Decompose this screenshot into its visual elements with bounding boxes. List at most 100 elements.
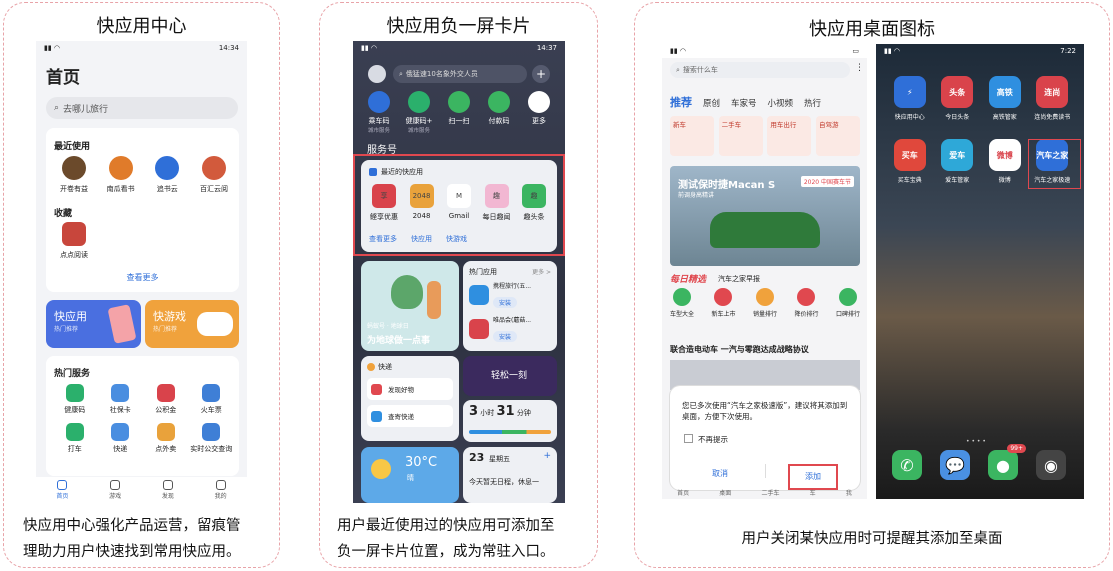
service-shortcut[interactable]: 乘车码 城市服务 (361, 91, 397, 134)
search-bar[interactable]: ⌕ 搜索什么车 (670, 62, 850, 78)
calendar-card: 23 星期五 + 今天暂无日程，休息一 (463, 447, 557, 503)
install-button[interactable]: 安装 (493, 331, 518, 342)
bottom-nav-item[interactable]: 车 (810, 488, 816, 499)
category-chip[interactable]: 用车出行 (767, 116, 812, 156)
quick-game-banner[interactable]: 快游戏 热门推荐 (145, 300, 239, 348)
daily-icon (714, 288, 733, 306)
hot-service-item[interactable]: 点外卖 (143, 423, 189, 454)
express-item[interactable]: 发现好物 (367, 378, 453, 400)
hot-app-row[interactable]: 携程旅行(五... 安装 (469, 281, 553, 309)
hot-service-item[interactable]: 公积金 (143, 384, 189, 415)
app-icon: M (447, 184, 471, 208)
hot-app-row[interactable]: 唯品会(蘑菇... 安装 (469, 315, 553, 343)
home-app-icon[interactable]: 连尚 连尚免费读书 (1029, 76, 1077, 121)
bottom-nav-item[interactable]: 我 (846, 488, 852, 499)
search-bar[interactable]: ⌕ 俄猛速10名象外交人员 (393, 65, 527, 83)
banner-image[interactable]: 测试保时捷Macan S 前调身高精讲 2020 中国赛车节 (670, 166, 860, 266)
recent-quick-apps-card: 最近的快应用 享鲣享优惠 2048 2048 M Gmail 趣每日趣闻趣趣头条 查看更多… (361, 160, 557, 252)
hot-service-item[interactable]: 健康码 (52, 384, 98, 415)
avatar[interactable] (368, 65, 386, 83)
card-link[interactable]: 查看更多 (369, 234, 397, 244)
more-icon[interactable]: ⋮ (855, 63, 864, 73)
tab-item[interactable]: 热行 (804, 97, 821, 109)
phone-screen-app-dialog: ▮▮ ◠ ▭ ⌕ 搜索什么车 ⋮ 推荐 原创 车家号 小视频 热行 新车 二手车 用车出行自… (662, 44, 867, 499)
category-chip[interactable]: 新车 (670, 116, 714, 156)
recent-app[interactable]: 百汇云阅 (194, 156, 234, 194)
category-chip[interactable]: 自驾游 (815, 116, 860, 156)
hot-service-item[interactable]: 火车票 (189, 384, 235, 415)
tab-item[interactable]: 车家号 (731, 97, 757, 109)
nav-item[interactable]: 发现 (162, 480, 174, 500)
dialog-add-button[interactable]: 添加 (788, 464, 838, 490)
hot-service-item[interactable]: 实时公交查询 (189, 423, 235, 454)
recent-quick-app[interactable]: 趣每日趣闻 (480, 184, 514, 222)
hot-service-item[interactable]: 快递 (98, 423, 144, 454)
news-title[interactable]: 联合造电动车 一汽与零跑达成战略协议 (670, 344, 809, 355)
home-app-icon[interactable]: 买车 买车宝典 (886, 139, 934, 184)
quick-app-banner[interactable]: 快应用 热门推荐 (46, 300, 141, 348)
card-link[interactable]: 快应用 (411, 234, 432, 244)
recent-app[interactable]: 南瓜看书 (101, 156, 141, 194)
nav-item[interactable]: 我的 (215, 480, 227, 500)
recent-app[interactable]: 追书云 (147, 156, 187, 194)
recent-app[interactable]: 开卷有益 (54, 156, 94, 194)
express-item[interactable]: 查寄快递 (367, 405, 453, 427)
tab-bar: 推荐 原创 车家号 小视频 热行 (670, 94, 860, 110)
home-app-label: 爱车管家 (945, 177, 970, 184)
daily-icon-item[interactable]: 销量排行 (753, 288, 777, 318)
tab-item[interactable]: 原创 (703, 97, 720, 109)
recent-quick-app[interactable]: 享鲣享优惠 (367, 184, 401, 222)
earth-day-card[interactable]: 蚂蚁号 · 地球日 为地球做一点事 (361, 261, 459, 351)
service-label: 付款码 (488, 117, 510, 125)
recent-quick-app[interactable]: M Gmail (442, 184, 476, 222)
service-shortcut[interactable]: 更多 (521, 91, 557, 134)
home-app-icon[interactable]: 微博 微博 (981, 139, 1029, 184)
app-icon (469, 285, 489, 305)
home-app-icon[interactable]: 高铁 高铁管家 (981, 76, 1029, 121)
bottom-nav: 首页 游戏 发现 我的 (36, 477, 247, 503)
search-input[interactable]: 俄猛速10名象外交人员 (406, 69, 478, 79)
calendar-add-icon[interactable]: + (543, 451, 551, 461)
add-icon[interactable]: + (532, 65, 550, 83)
home-app-icon[interactable]: 爱车 爱车管家 (934, 139, 982, 184)
card-link[interactable]: 快游戏 (446, 234, 467, 244)
phone-icon[interactable]: ✆ (892, 450, 922, 480)
see-more-link[interactable]: 查看更多 (46, 272, 239, 283)
bottom-nav-item[interactable]: 二手车 (761, 488, 779, 499)
install-button[interactable]: 安装 (493, 297, 518, 308)
hot-service-item[interactable]: 社保卡 (98, 384, 144, 415)
daily-icon-item[interactable]: 降价排行 (794, 288, 818, 318)
dont-remind-checkbox[interactable] (684, 434, 693, 443)
hot-apps-more[interactable]: 更多 > (532, 267, 551, 276)
daily-icon-item[interactable]: 新车上市 (711, 288, 736, 318)
service-label: 扫一扫 (448, 117, 470, 125)
service-shortcut[interactable]: 健康码+ 城市服务 (401, 91, 437, 134)
nav-item[interactable]: 游戏 (109, 480, 121, 500)
search-input[interactable]: 搜索什么车 (683, 65, 718, 75)
camera-icon[interactable]: ◉ (1036, 450, 1066, 480)
bottom-nav-item[interactable]: 桌面 (719, 488, 731, 499)
search-bar[interactable]: ⌕ 去哪儿旅行 (46, 97, 238, 119)
hot-service-item[interactable]: 打车 (52, 423, 98, 454)
tab-item[interactable]: 推荐 (670, 94, 692, 110)
service-shortcut[interactable]: 付款码 (481, 91, 517, 134)
daily-icon-item[interactable]: 车型大全 (670, 288, 694, 318)
video-card[interactable]: 轻松一刻 (463, 356, 557, 396)
service-icon (488, 91, 510, 113)
wechat-icon[interactable]: ● 99+ (988, 444, 1026, 480)
favorite-app[interactable]: 点点阅读 (54, 222, 94, 260)
daily-icon-item[interactable]: 口碑排行 (836, 288, 860, 318)
category-chip[interactable]: 二手车 (718, 116, 763, 156)
home-app-icon[interactable]: 头条 今日头条 (934, 76, 982, 121)
nav-item[interactable]: 首页 (56, 480, 68, 500)
tab-item[interactable]: 小视频 (768, 97, 794, 109)
recent-quick-app[interactable]: 趣趣头条 (517, 184, 551, 222)
app-icon: 连尚 (1036, 76, 1069, 108)
dialog-cancel-button[interactable]: 取消 (690, 468, 750, 479)
search-input[interactable]: 去哪儿旅行 (63, 102, 108, 115)
message-icon[interactable]: 💬 (940, 450, 970, 480)
bottom-nav-item[interactable]: 首页 (677, 488, 689, 499)
service-shortcut[interactable]: 扫一扫 (441, 91, 477, 134)
recent-quick-app[interactable]: 2048 2048 (405, 184, 439, 222)
home-app-icon[interactable]: ⚡ 快应用中心 (886, 76, 934, 121)
